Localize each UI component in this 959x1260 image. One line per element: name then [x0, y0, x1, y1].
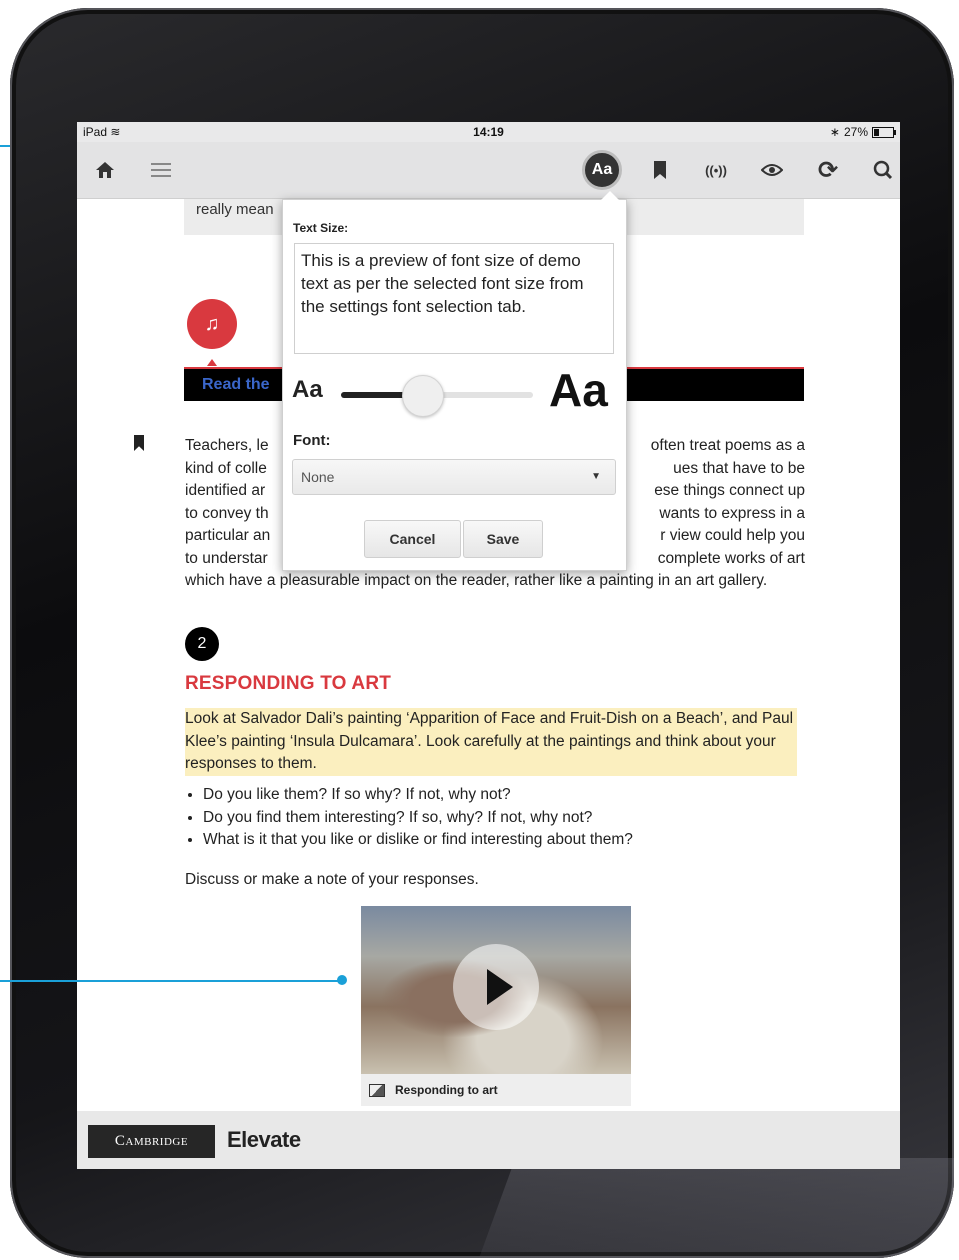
font-settings-popup: Text Size: This is a preview of font siz…: [282, 191, 627, 571]
home-icon[interactable]: [89, 154, 121, 186]
ipad-device: iPad ≋ 14:19 ∗ 27% Aa ((•)) ⟳ really mea…: [10, 8, 954, 1258]
text-size-label: Text Size:: [293, 221, 349, 235]
video-caption: Responding to art: [361, 1074, 631, 1106]
battery-icon: [872, 126, 896, 138]
battery-percent: 27%: [843, 125, 868, 139]
eye-icon[interactable]: [756, 154, 788, 186]
font-settings-button[interactable]: Aa: [582, 150, 622, 190]
menu-icon[interactable]: [145, 154, 177, 186]
list-item: Do you find them interesting? If so, why…: [203, 807, 823, 830]
callout-dot-video: [337, 975, 347, 985]
image-icon: [369, 1083, 385, 1097]
footer-brand-bar: Cambridge Elevate: [77, 1111, 900, 1169]
step-number-badge: 2: [185, 627, 219, 661]
question-list: Do you like them? If so why? If not, why…: [185, 784, 823, 852]
decrease-size-label: Aa: [292, 376, 323, 403]
callout-line-video: [0, 980, 343, 982]
list-item: Do you like them? If so why? If not, why…: [203, 784, 823, 807]
play-icon[interactable]: [453, 944, 539, 1030]
broadcast-icon[interactable]: ((•)): [700, 154, 732, 186]
cambridge-logo: Cambridge: [88, 1125, 215, 1158]
paragraph-tail: which have a pleasurable impact on the r…: [185, 572, 768, 589]
slider-handle[interactable]: [401, 375, 444, 417]
highlighted-instructions[interactable]: Look at Salvador Dali’s painting ‘Appari…: [185, 708, 797, 776]
section-heading: RESPONDING TO ART: [185, 673, 392, 694]
status-right: ∗ 27%: [829, 125, 896, 139]
save-button[interactable]: Save: [463, 520, 543, 558]
font-label: Font:: [293, 432, 331, 449]
page-bookmark-icon[interactable]: [134, 435, 144, 451]
font-preview-box: This is a preview of font size of demo t…: [294, 243, 614, 354]
read-bar-label: Read the: [202, 376, 270, 393]
dropdown-arrow-icon: ▼: [591, 471, 601, 482]
status-bar: iPad ≋ 14:19 ∗ 27%: [77, 122, 900, 142]
search-icon[interactable]: [867, 154, 899, 186]
font-select[interactable]: None ▼: [292, 459, 616, 495]
refresh-icon[interactable]: ⟳: [812, 154, 844, 186]
discuss-text: Discuss or make a note of your responses…: [185, 871, 479, 888]
cancel-button[interactable]: Cancel: [364, 520, 461, 558]
increase-size-label: Aa: [549, 364, 608, 416]
font-select-value: None: [301, 469, 335, 485]
bookmark-icon[interactable]: [644, 154, 676, 186]
video-resource[interactable]: Responding to art: [361, 906, 631, 1106]
reader-toolbar: Aa ((•)) ⟳: [77, 142, 900, 199]
status-time: 14:19: [473, 125, 504, 139]
elevate-logo: Elevate: [227, 1127, 301, 1152]
list-item: What is it that you like or dislike or f…: [203, 829, 823, 852]
media-resource-icon[interactable]: ♫: [187, 299, 237, 349]
bluetooth-icon: ∗: [829, 125, 840, 139]
screen: iPad ≋ 14:19 ∗ 27% Aa ((•)) ⟳ really mea…: [77, 122, 900, 1169]
